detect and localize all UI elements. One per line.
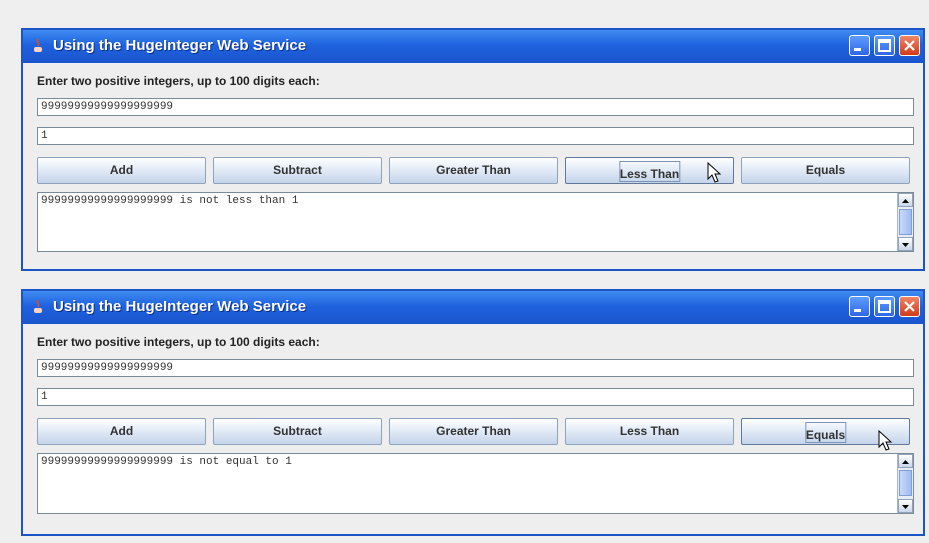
hugeinteger-window-1: Using the HugeInteger Web Service Enter …	[21, 28, 925, 271]
vertical-scrollbar[interactable]	[897, 454, 913, 513]
scroll-thumb[interactable]	[899, 209, 912, 235]
input-prompt-label: Enter two positive integers, up to 100 d…	[37, 335, 320, 349]
java-cup-icon	[34, 300, 42, 313]
close-button[interactable]	[899, 35, 920, 56]
title-bar[interactable]: Using the HugeInteger Web Service	[23, 291, 923, 324]
close-icon	[904, 301, 915, 312]
maximize-icon	[878, 39, 891, 52]
minimize-icon	[854, 48, 861, 51]
window-title: Using the HugeInteger Web Service	[53, 37, 307, 54]
result-text: 99999999999999999999 is not equal to 1	[41, 456, 292, 468]
first-integer-field[interactable]: 99999999999999999999	[37, 359, 914, 377]
minimize-icon	[854, 309, 861, 312]
second-integer-field[interactable]: 1	[37, 388, 914, 406]
second-integer-field[interactable]: 1	[37, 127, 914, 145]
scroll-thumb[interactable]	[899, 470, 912, 496]
less-than-label: Less Than	[618, 161, 681, 182]
maximize-icon	[878, 300, 891, 313]
scroll-up-button[interactable]	[898, 193, 913, 207]
arrow-down-icon	[902, 243, 909, 247]
java-cup-icon	[34, 39, 42, 52]
title-bar[interactable]: Using the HugeInteger Web Service	[23, 30, 923, 63]
scroll-down-button[interactable]	[898, 237, 913, 251]
arrow-up-icon	[902, 460, 909, 464]
close-icon	[904, 40, 915, 51]
result-textarea[interactable]: 99999999999999999999 is not equal to 1	[37, 453, 914, 514]
maximize-button[interactable]	[874, 296, 895, 317]
input-prompt-label: Enter two positive integers, up to 100 d…	[37, 74, 320, 88]
minimize-button[interactable]	[849, 296, 870, 317]
arrow-down-icon	[902, 505, 909, 509]
mouse-pointer-icon	[878, 430, 893, 451]
scroll-down-button[interactable]	[898, 499, 913, 513]
result-text: 99999999999999999999 is not less than 1	[41, 195, 299, 207]
greater-than-button[interactable]: Greater Than	[389, 157, 558, 184]
minimize-button[interactable]	[849, 35, 870, 56]
mouse-pointer-icon	[707, 162, 722, 183]
window-title: Using the HugeInteger Web Service	[53, 298, 307, 315]
hugeinteger-window-2: Using the HugeInteger Web Service Enter …	[21, 289, 925, 536]
less-than-button[interactable]: Less Than	[565, 418, 734, 445]
subtract-button[interactable]: Subtract	[213, 157, 382, 184]
scroll-up-button[interactable]	[898, 454, 913, 468]
first-integer-field[interactable]: 99999999999999999999	[37, 98, 914, 116]
add-button[interactable]: Add	[37, 157, 206, 184]
result-textarea[interactable]: 99999999999999999999 is not less than 1	[37, 192, 914, 252]
equals-button[interactable]: Equals	[741, 157, 910, 184]
maximize-button[interactable]	[874, 35, 895, 56]
arrow-up-icon	[902, 199, 909, 203]
greater-than-button[interactable]: Greater Than	[389, 418, 558, 445]
add-button[interactable]: Add	[37, 418, 206, 445]
equals-label: Equals	[804, 422, 847, 443]
close-button[interactable]	[899, 296, 920, 317]
subtract-button[interactable]: Subtract	[213, 418, 382, 445]
vertical-scrollbar[interactable]	[897, 193, 913, 251]
